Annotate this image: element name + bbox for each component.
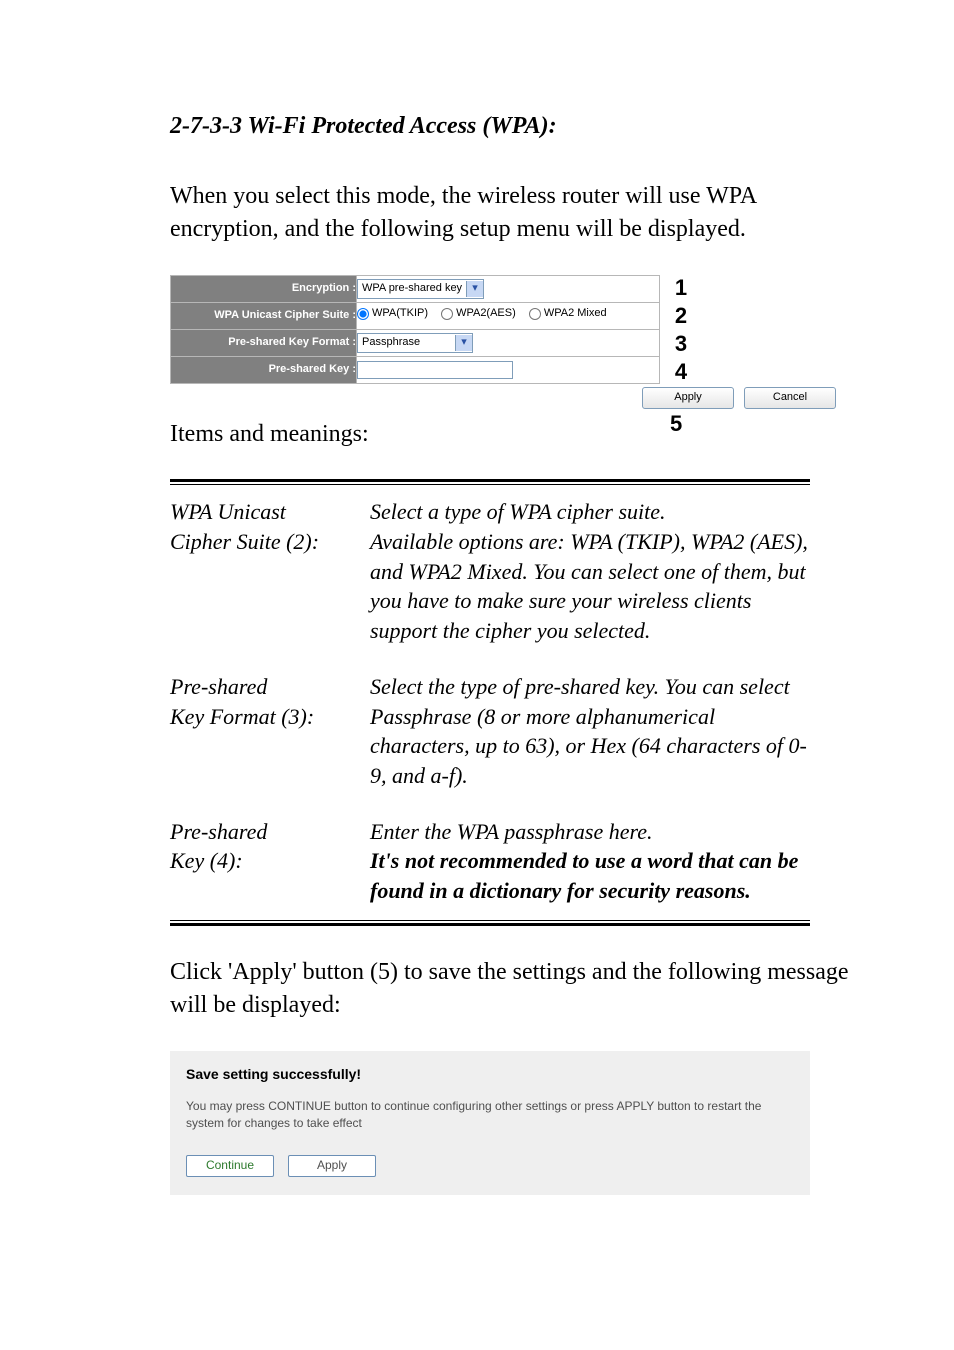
callout-4: 4 [668,359,694,387]
item-term: WPA UnicastCipher Suite (2): [170,497,370,645]
keyformat-select[interactable]: Passphrase ▾ [357,333,473,353]
apply-button[interactable]: Apply [642,387,734,409]
callout-2: 2 [668,303,694,331]
cipher-option-label: WPA2 Mixed [544,306,607,321]
table-row: Pre-sharedKey (4): Enter the WPA passphr… [170,817,810,906]
encryption-select-value: WPA pre-shared key [362,281,462,296]
cipher-radio-wpa2-mixed[interactable] [529,308,541,320]
callout-5: 5 [670,409,682,440]
callout-3: 3 [668,331,694,359]
keyformat-select-value: Passphrase [362,335,420,350]
item-desc: Select a type of WPA cipher suite.Availa… [370,497,810,645]
encryption-select[interactable]: WPA pre-shared key ▾ [357,279,484,299]
apply-note: Click 'Apply' button (5) to save the set… [170,956,868,1023]
item-desc: Select the type of pre-shared key. You c… [370,672,810,791]
save-success-message: You may press CONTINUE button to continu… [186,1098,794,1130]
item-term: Pre-sharedKey (4): [170,817,370,906]
cipher-label: WPA Unicast Cipher Suite : [171,302,357,329]
callout-1: 1 [668,275,694,303]
wpa-settings-form: Encryption : WPA pre-shared key ▾ WPA Un… [170,275,820,384]
cipher-option-wpa2-mixed[interactable]: WPA2 Mixed [529,306,607,321]
save-success-title: Save setting successfully! [186,1065,794,1085]
table-row: WPA UnicastCipher Suite (2): Select a ty… [170,497,810,645]
cipher-radio-wpa-tkip[interactable] [357,308,369,320]
chevron-down-icon: ▾ [466,281,483,297]
item-desc: Enter the WPA passphrase here. It's not … [370,817,810,906]
items-table: WPA UnicastCipher Suite (2): Select a ty… [170,479,810,925]
cipher-option-wpa2-aes[interactable]: WPA2(AES) [441,306,516,321]
cipher-radio-wpa2-aes[interactable] [441,308,453,320]
continue-button[interactable]: Continue [186,1155,274,1177]
cipher-option-wpa-tkip[interactable]: WPA(TKIP) [357,306,428,321]
cipher-option-label: WPA2(AES) [456,306,516,321]
presharedkey-input[interactable] [357,361,513,379]
apply-button[interactable]: Apply [288,1155,376,1177]
save-success-panel: Save setting successfully! You may press… [170,1051,810,1195]
cancel-button[interactable]: Cancel [744,387,836,409]
encryption-label: Encryption : [171,275,357,302]
presharedkey-label: Pre-shared Key : [171,356,357,383]
cipher-option-label: WPA(TKIP) [372,306,428,321]
chevron-down-icon: ▾ [455,335,472,351]
keyformat-label: Pre-shared Key Format : [171,329,357,356]
table-row: Pre-sharedKey Format (3): Select the typ… [170,672,810,791]
item-term: Pre-sharedKey Format (3): [170,672,370,791]
items-heading: Items and meanings: [170,418,868,452]
section-heading: 2-7-3-3 Wi-Fi Protected Access (WPA): [170,110,868,144]
callout-numbers: 1 2 3 4 [668,275,694,387]
intro-paragraph: When you select this mode, the wireless … [170,180,868,247]
